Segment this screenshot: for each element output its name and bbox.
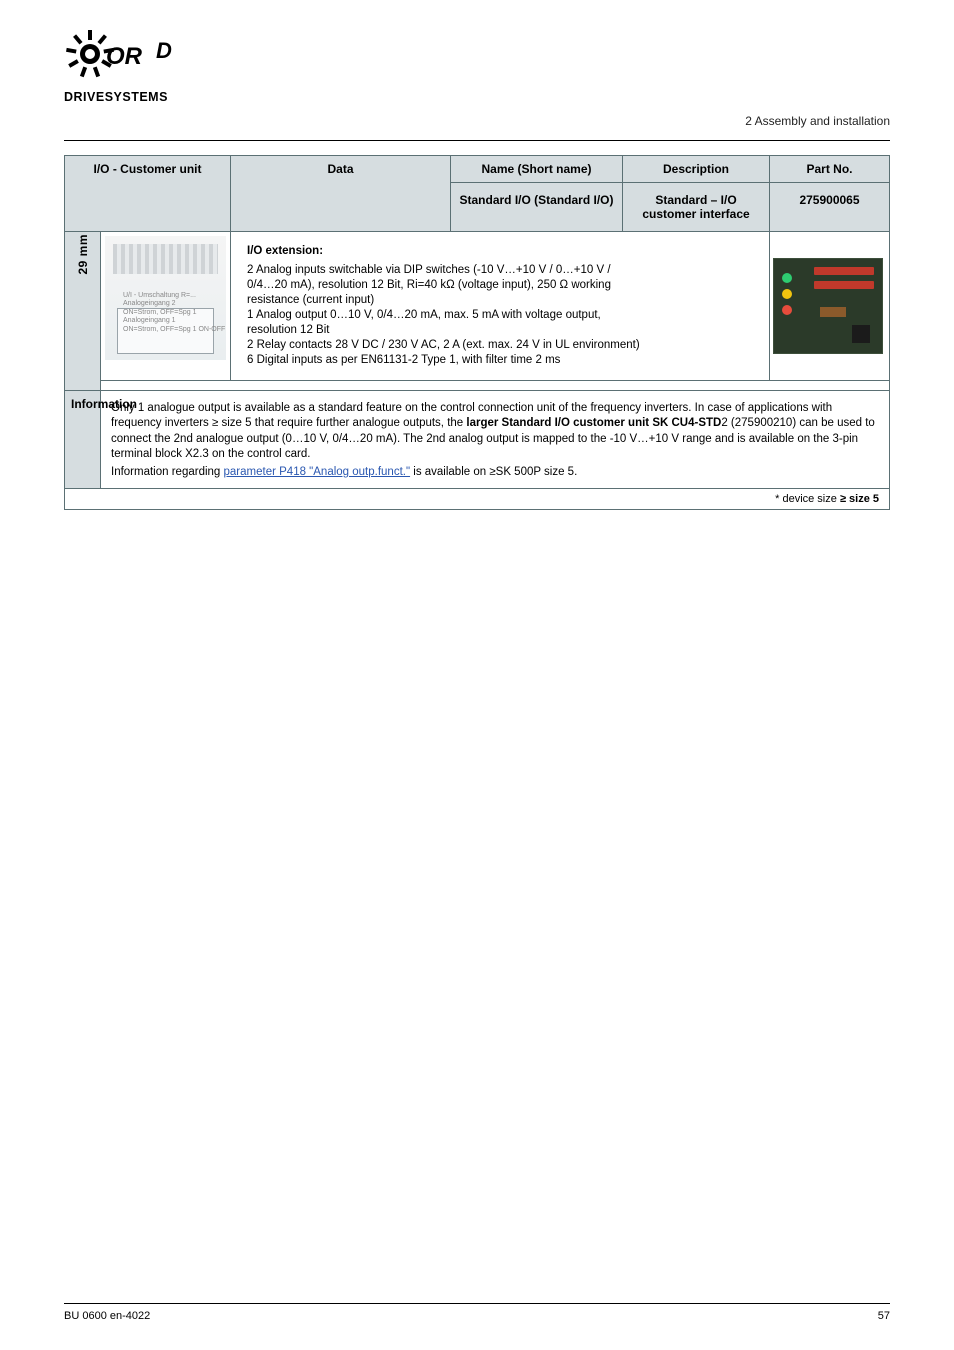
ext-bullet-3: 2 Relay contacts 28 V DC / 230 V AC, 2 A… [247, 338, 641, 353]
io-extension-description: I/O extension: 2 Analog inputs switchabl… [231, 232, 770, 381]
board-image-cell [770, 232, 890, 381]
information-body: Only 1 analogue output is available as a… [101, 390, 890, 489]
image-description-row: 29 mm U/I - Umschaltung R=... Analogeing… [65, 232, 890, 381]
ext-bullet-2: 1 Analog output 0…10 V, 0/4…20 mA, max. … [247, 308, 641, 338]
footnote-size: ≥ size 5 [840, 493, 879, 505]
terminal-note: U/I - Umschaltung R=... Analogeingang 2 … [123, 292, 225, 334]
info-p2-a: Information regarding [111, 466, 224, 478]
name-value: Standard I/O (Standard I/O) [451, 183, 623, 232]
footnote-text: device size [782, 493, 836, 505]
footer-doc-id: BU 0600 en-4022 [64, 1310, 150, 1322]
nord-gear-logo-icon: OR D [64, 28, 182, 88]
footer-page-number: 57 [878, 1310, 890, 1322]
info-p2-b: is available on ≥SK 500P size 5. [410, 466, 577, 478]
circuit-board-image [773, 258, 883, 354]
footnote-cell: * device size ≥ size 5 [65, 489, 890, 510]
info-p1-b: ≥ size 5 [212, 417, 252, 429]
ext-bullet-4: 6 Digital inputs as per EN61131-2 Type 1… [247, 353, 641, 368]
document-page: OR D DRIVESYSTEMS 2 Assembly and install… [0, 0, 954, 550]
footnote-row: * device size ≥ size 5 [65, 489, 890, 510]
info-p1-d: larger Standard I/O customer unit SK CU4… [466, 417, 721, 429]
desc-value: Standard – I/O customer interface [623, 183, 770, 232]
terminal-image-cell: U/I - Umschaltung R=... Analogeingang 2 … [101, 232, 231, 381]
info-paragraph-2: Information regarding parameter P418 "An… [111, 465, 879, 481]
info-p1-c: that require further analogue outputs, t… [252, 417, 467, 429]
page-footer: BU 0600 en-4022 57 [64, 1303, 890, 1322]
part-value: 275900065 [770, 183, 890, 232]
section-heading: 2 Assembly and installation [64, 114, 890, 128]
brand-logo: OR D DRIVESYSTEMS [64, 28, 890, 104]
table-header-row: I/O - Customer unit Data Name (Short nam… [65, 156, 890, 183]
brand-subtitle: DRIVESYSTEMS [64, 90, 890, 104]
ext-bullet-1: 2 Analog inputs switchable via DIP switc… [247, 263, 641, 308]
col-name-short: Name (Short name) [451, 156, 623, 183]
information-label: Information [65, 390, 101, 489]
col-group: I/O - Customer unit [65, 156, 231, 232]
col-part-no: Part No. [770, 156, 890, 183]
svg-text:D: D [156, 38, 172, 63]
category-vertical-label: 29 mm [65, 232, 101, 391]
header-divider [64, 140, 890, 141]
spacer-row [65, 380, 890, 390]
ext-title: I/O extension: [247, 244, 641, 259]
col-description: Description [623, 156, 770, 183]
information-row: Information Only 1 analogue output is av… [65, 390, 890, 489]
spec-table: I/O - Customer unit Data Name (Short nam… [64, 155, 890, 510]
col-data: Data [231, 156, 451, 232]
footnote-star: * [775, 493, 779, 505]
terminal-strip-image: U/I - Umschaltung R=... Analogeingang 2 … [105, 236, 226, 360]
info-paragraph-1: Only 1 analogue output is available as a… [111, 401, 879, 463]
svg-text:OR: OR [106, 43, 143, 70]
parameter-link[interactable]: parameter P418 "Analog outp.funct." [224, 466, 411, 478]
category-text: 29 mm [76, 234, 90, 275]
